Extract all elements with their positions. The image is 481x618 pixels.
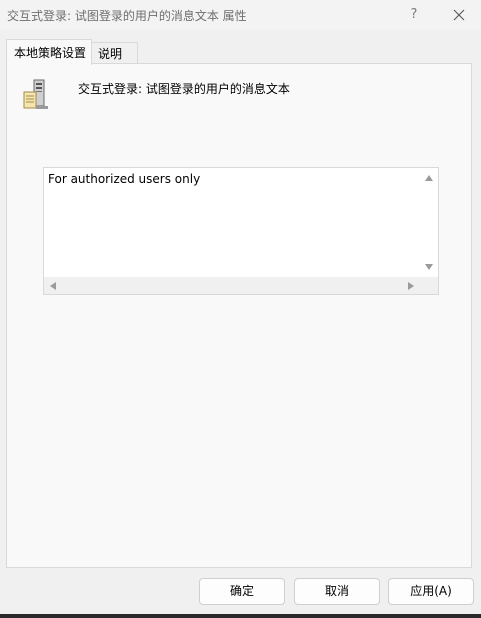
tab-local-policy-setting-label: 本地策略设置 — [14, 46, 87, 60]
scroll-left-icon[interactable] — [50, 282, 56, 290]
tab-local-policy-setting[interactable]: 本地策略设置 — [6, 39, 92, 65]
scrollbar-corner — [420, 277, 438, 294]
scroll-right-icon[interactable] — [408, 282, 414, 290]
message-text-value[interactable]: For authorized users only — [48, 172, 200, 186]
scroll-up-icon[interactable] — [425, 175, 433, 181]
cancel-button[interactable]: 取消 — [294, 578, 380, 605]
server-icon — [22, 78, 52, 112]
scroll-down-icon[interactable] — [425, 264, 433, 270]
close-button[interactable] — [444, 0, 474, 30]
horizontal-scrollbar[interactable] — [44, 277, 420, 294]
window-title: 交互式登录: 试图登录的用户的消息文本 属性 — [7, 9, 247, 23]
message-text-field[interactable]: For authorized users only — [43, 167, 439, 295]
title-bar: 交互式登录: 试图登录的用户的消息文本 属性 ? — [0, 0, 481, 30]
tab-explain-label: 说明 — [98, 47, 123, 61]
window-bottom-edge — [0, 614, 481, 618]
vertical-scrollbar[interactable] — [420, 168, 438, 277]
tab-panel — [6, 63, 472, 568]
help-button[interactable]: ? — [400, 0, 428, 30]
policy-name: 交互式登录: 试图登录的用户的消息文本 — [78, 82, 290, 96]
ok-button[interactable]: 确定 — [199, 578, 285, 605]
apply-button[interactable]: 应用(A) — [388, 578, 474, 605]
tab-explain[interactable]: 说明 — [90, 42, 138, 64]
close-icon — [453, 9, 465, 21]
